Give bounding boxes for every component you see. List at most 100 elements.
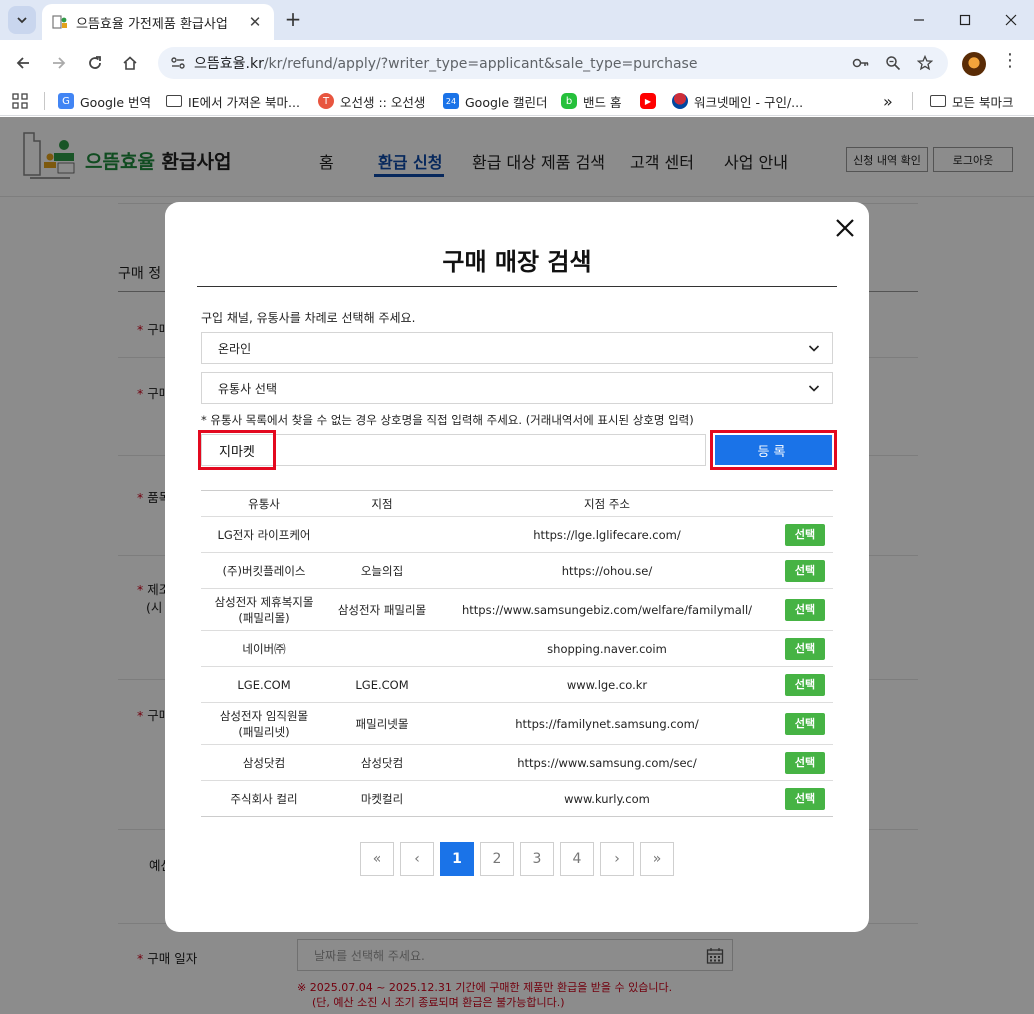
cell-action: 선택 (777, 780, 833, 817)
tab-search-button[interactable] (8, 6, 36, 34)
bookmark-star-icon[interactable] (910, 47, 940, 79)
last-page-icon[interactable]: » (640, 842, 674, 876)
bookmark-label: 밴드 홈 (583, 94, 622, 110)
cell-action: 선택 (777, 702, 833, 745)
distributor-select[interactable]: 유통사 선택 (201, 372, 833, 404)
select-store-button[interactable]: 선택 (785, 559, 825, 582)
apps-grid-icon[interactable] (12, 90, 28, 112)
table-header-row: 유통사 지점 지점 주소 (201, 490, 833, 517)
cell-branch: 마켓컬리 (327, 780, 437, 817)
cell-address: shopping.naver.coim (437, 630, 777, 667)
cell-address: https://www.samsungebiz.com/welfare/fami… (437, 588, 777, 631)
bookmarks-overflow-icon[interactable]: » (883, 90, 893, 112)
browser-tab-active[interactable]: 으뜸효율 가전제품 환급사업 ✕ (42, 4, 274, 40)
cell-branch: 오늘의집 (327, 552, 437, 589)
cell-branch: 패밀리넷몰 (327, 702, 437, 745)
bookmark-google-calendar[interactable]: 24 Google 캘린더 (443, 90, 548, 112)
select-store-button[interactable]: 선택 (785, 523, 825, 546)
all-bookmarks-folder[interactable]: 모든 북마크 (930, 90, 1013, 112)
prev-page-icon[interactable]: ‹ (400, 842, 434, 876)
store-search-modal: 구매 매장 검색 구입 채널, 유통사를 차례로 선택해 주세요. 온라인 유통… (165, 202, 869, 932)
store-name-field[interactable] (201, 434, 706, 466)
profile-avatar[interactable] (962, 52, 986, 76)
window-close-icon[interactable] (988, 0, 1034, 40)
minimize-icon[interactable] (896, 0, 942, 40)
url-path: /kr/refund/apply/?writer_type=applicant&… (263, 56, 698, 72)
youtube-icon: ▶ (640, 93, 656, 109)
bookmark-youtube[interactable]: ▶ (640, 90, 662, 112)
purchase-channel-select[interactable]: 온라인 (201, 332, 833, 364)
new-tab-icon[interactable]: + (282, 8, 304, 30)
table-row: LG전자 라이프케어 https://lge.lglifecare.com/선택 (201, 516, 833, 553)
close-icon[interactable] (833, 216, 857, 240)
worknet-icon (672, 93, 688, 109)
cell-distributor: LG전자 라이프케어 (201, 516, 327, 553)
modal-title: 구매 매장 검색 (442, 248, 592, 276)
select-store-button[interactable]: 선택 (785, 673, 825, 696)
select-store-button[interactable]: 선택 (785, 637, 825, 660)
browser-tab-strip: 으뜸효율 가전제품 환급사업 ✕ + (0, 0, 1034, 40)
forward-arrow-icon[interactable] (45, 49, 73, 77)
store-name-input[interactable] (202, 435, 705, 465)
reload-icon[interactable] (81, 49, 109, 77)
page-button-4[interactable]: 4 (560, 842, 594, 876)
cell-address: https://www.samsung.com/sec/ (437, 744, 777, 781)
site-favicon-icon (52, 15, 67, 29)
page-button-3[interactable]: 3 (520, 842, 554, 876)
zoom-icon[interactable] (878, 47, 908, 79)
channel-selected-value: 온라인 (218, 341, 252, 356)
cell-distributor: (주)버킷플레이스 (201, 552, 327, 589)
bookmark-band[interactable]: b 밴드 홈 (561, 90, 621, 112)
cell-branch: 삼성닷컴 (327, 744, 437, 781)
modal-instruction: 구입 채널, 유통사를 차례로 선택해 주세요. (201, 311, 416, 325)
select-store-button[interactable]: 선택 (785, 712, 825, 735)
column-header-address: 지점 주소 (437, 490, 777, 517)
manual-entry-hint: * 유통사 목록에서 찾을 수 없는 경우 상호명을 직접 입력해 주세요. (… (201, 413, 694, 427)
bookmark-oseonsaeng[interactable]: T 오선생 :: 오선생 (318, 90, 425, 112)
cell-action: 선택 (777, 588, 833, 631)
page-button-1[interactable]: 1 (440, 842, 474, 876)
cell-distributor: 네이버㈜ (201, 630, 327, 667)
cell-branch (327, 516, 437, 553)
folder-icon (166, 95, 182, 107)
back-arrow-icon[interactable] (9, 49, 37, 77)
column-header-branch: 지점 (327, 490, 437, 517)
chevron-down-icon (808, 345, 820, 352)
page-button-2[interactable]: 2 (480, 842, 514, 876)
bookmarks-bar: G Google 번역 IE에서 가져온 북마... T 오선생 :: 오선생 … (0, 86, 1034, 116)
first-page-icon[interactable]: « (360, 842, 394, 876)
google-calendar-icon: 24 (443, 93, 459, 109)
site-info-icon[interactable] (168, 53, 188, 73)
bookmark-worknet[interactable]: 워크넷메인 - 구인/... (672, 90, 803, 112)
url-host: 으뜸효율.kr (194, 56, 264, 72)
register-button[interactable]: 등록 (710, 430, 837, 470)
modal-title-divider (197, 286, 837, 287)
chevron-down-icon (808, 385, 820, 392)
column-header-action (777, 490, 833, 517)
select-store-button[interactable]: 선택 (785, 598, 825, 621)
maximize-icon[interactable] (942, 0, 988, 40)
cell-branch: 삼성전자 패밀리몰 (327, 588, 437, 631)
home-icon[interactable] (116, 49, 144, 77)
cell-address: https://familynet.samsung.com/ (437, 702, 777, 745)
bookmark-google-translate[interactable]: G Google 번역 (58, 90, 151, 112)
table-row: 네이버㈜ shopping.naver.coim 선택 (201, 630, 833, 667)
address-bar[interactable]: 으뜸효율.kr/kr/refund/apply/?writer_type=app… (158, 47, 948, 79)
tab-title: 으뜸효율 가전제품 환급사업 (76, 16, 228, 32)
table-row: 삼성전자 제휴복지몰 (패밀리몰) 삼성전자 패밀리몰 https://www.sa… (201, 588, 833, 631)
bookmark-ie-folder[interactable]: IE에서 가져온 북마... (166, 90, 300, 112)
url-text: 으뜸효율.kr/kr/refund/apply/?writer_type=app… (194, 53, 697, 73)
tab-close-icon[interactable]: ✕ (246, 13, 264, 31)
select-store-button[interactable]: 선택 (785, 751, 825, 774)
column-header-distributor: 유통사 (201, 490, 327, 517)
band-icon: b (561, 93, 577, 109)
password-key-icon[interactable] (846, 47, 876, 79)
next-page-icon[interactable]: › (600, 842, 634, 876)
cell-distributor: 삼성전자 제휴복지몰 (패밀리몰) (201, 588, 327, 631)
cell-action: 선택 (777, 744, 833, 781)
select-store-button[interactable]: 선택 (785, 787, 825, 810)
cell-address: www.lge.co.kr (437, 666, 777, 703)
oseonsaeng-icon: T (318, 93, 334, 109)
browser-menu-icon[interactable]: ⋮ (1000, 50, 1020, 71)
google-translate-icon: G (58, 93, 74, 109)
